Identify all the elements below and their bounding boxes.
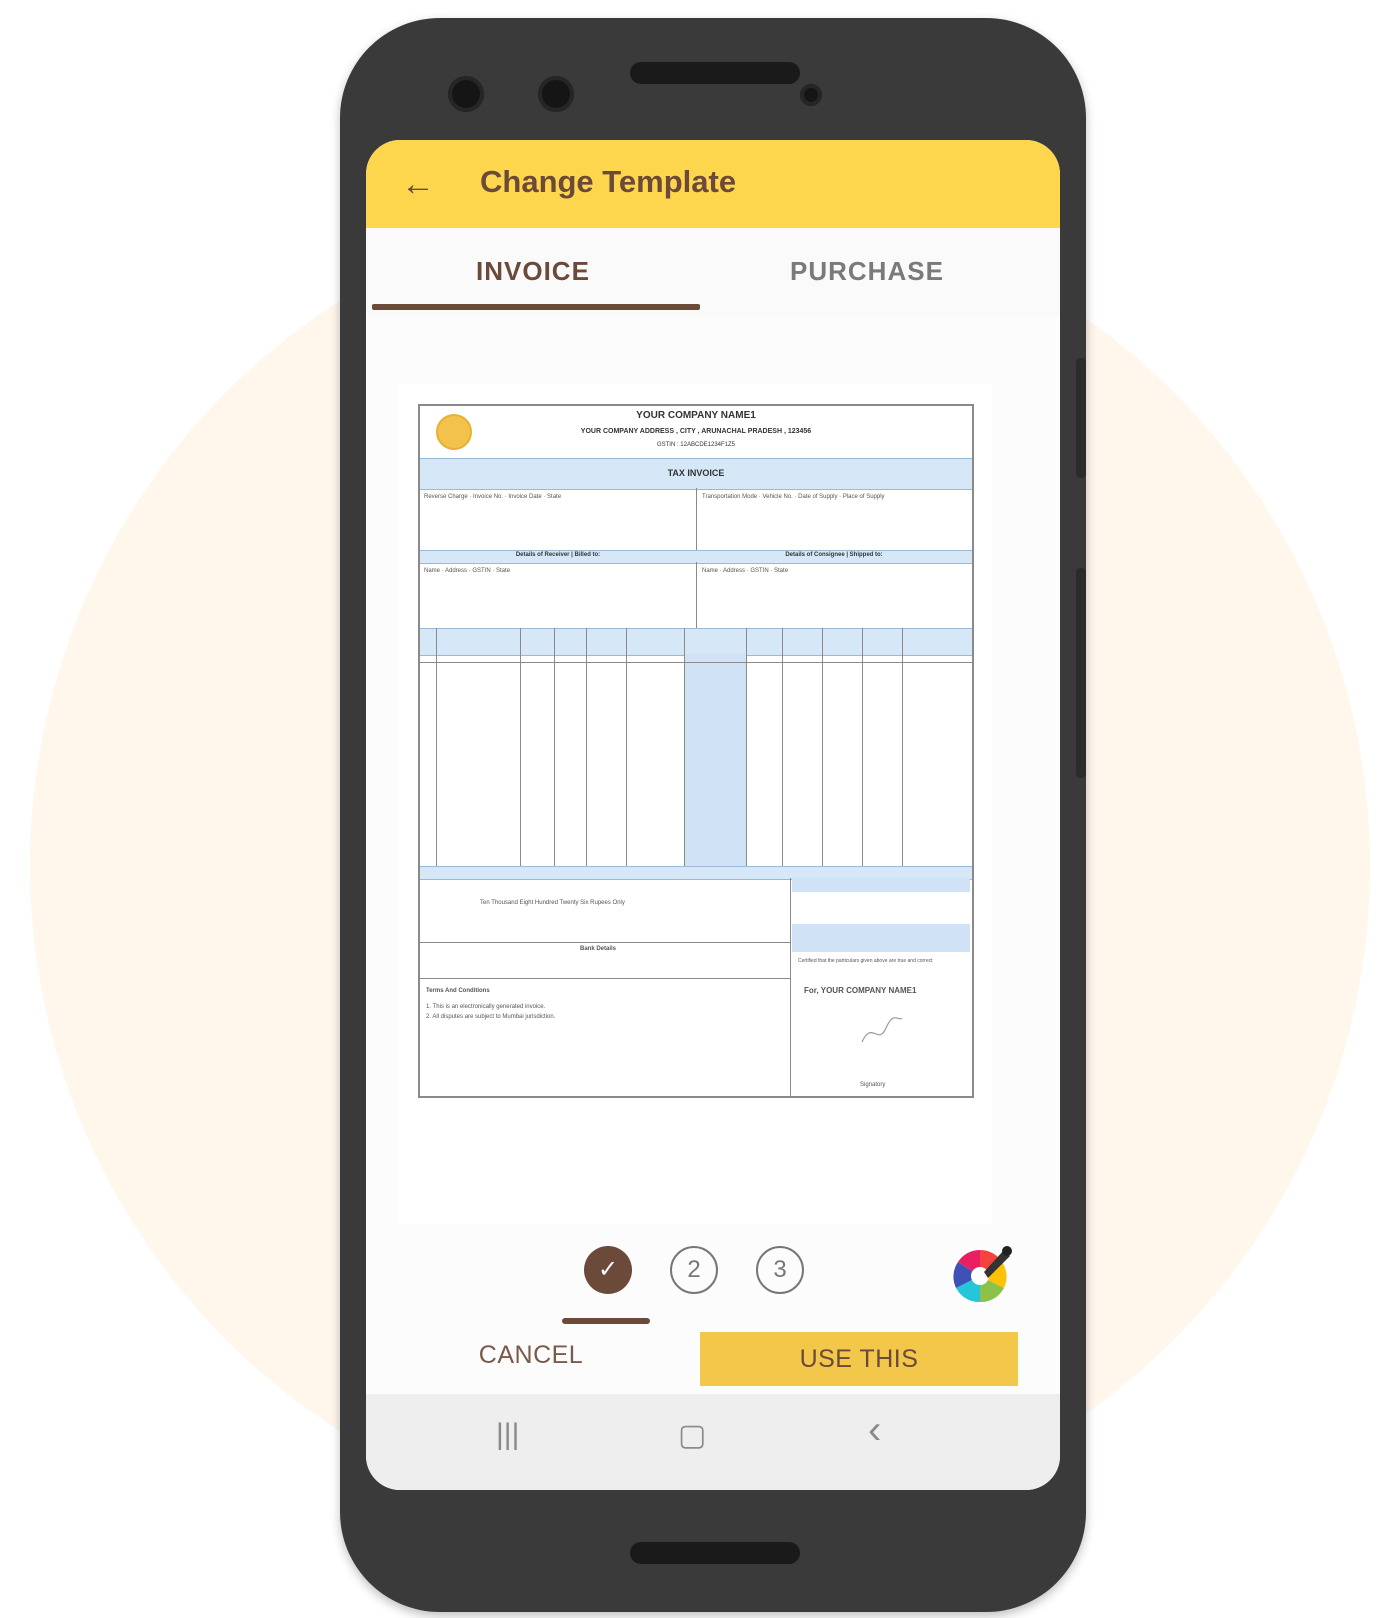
col-line xyxy=(862,628,863,866)
amount-in-words: Ten Thousand Eight Hundred Twenty Six Ru… xyxy=(480,900,625,906)
recent-apps-icon[interactable]: ||| xyxy=(496,1418,519,1452)
invoice-document: YOUR COMPANY NAME1 YOUR COMPANY ADDRESS … xyxy=(418,404,974,1098)
row-line xyxy=(420,662,972,663)
meta-left: Reverse Charge · Invoice No. · Invoice D… xyxy=(424,494,562,500)
divider xyxy=(696,488,697,550)
phone-frame: ← Change Template INVOICE PURCHASE YOUR … xyxy=(340,18,1086,1612)
tax-invoice-band: TAX INVOICE xyxy=(420,458,972,490)
power-button xyxy=(1076,568,1086,778)
front-sensor xyxy=(538,76,574,112)
meta-right: Transportation Mode · Vehicle No. · Date… xyxy=(702,494,885,500)
front-camera xyxy=(448,76,484,112)
divider xyxy=(696,562,697,628)
use-this-button[interactable]: USE THIS xyxy=(700,1332,1018,1386)
col-line xyxy=(746,628,747,866)
step-2[interactable]: 2 xyxy=(670,1246,718,1294)
volume-button xyxy=(1076,358,1086,478)
phone-screen: ← Change Template INVOICE PURCHASE YOUR … xyxy=(366,140,1060,1490)
col-line xyxy=(782,628,783,866)
bottom-speaker xyxy=(630,1542,800,1564)
certify-text: Certified that the particulars given abo… xyxy=(798,958,933,964)
signatory-label: Signatory xyxy=(860,1082,886,1088)
step-indicator xyxy=(562,1318,650,1324)
earpiece-speaker xyxy=(630,62,800,84)
signature xyxy=(861,1017,903,1043)
col-line xyxy=(902,628,903,866)
tab-indicator xyxy=(372,304,700,310)
taxable-column xyxy=(684,654,746,866)
consignee-details: Name · Address · GSTIN · State xyxy=(702,568,789,574)
android-nav-bar: ||| ▢ ‹ xyxy=(366,1394,1060,1490)
step-1-selected[interactable]: ✓ xyxy=(584,1246,632,1294)
footer-divider xyxy=(790,878,791,1096)
doc-title: TAX INVOICE xyxy=(667,468,725,478)
arrow-left-icon[interactable]: ← xyxy=(398,164,438,204)
template-tabs: INVOICE PURCHASE xyxy=(366,228,1060,316)
terms-title: Terms And Conditions xyxy=(426,988,490,994)
color-wheel-eyedropper-icon[interactable] xyxy=(950,1242,1014,1306)
col-line xyxy=(822,628,823,866)
terms-line-2: 2. All disputes are subject to Mumbai ju… xyxy=(426,1014,556,1020)
col-line xyxy=(626,628,627,866)
tab-invoice[interactable]: INVOICE xyxy=(476,256,590,287)
tax-totals xyxy=(792,924,970,952)
col-line xyxy=(520,628,521,866)
for-company: For, YOUR COMPANY NAME1 xyxy=(804,986,917,995)
back-nav-icon[interactable]: ‹ xyxy=(868,1408,881,1453)
terms-line-1: 1. This is an electronically generated i… xyxy=(426,1004,546,1010)
step-3[interactable]: 3 xyxy=(756,1246,804,1294)
col-line xyxy=(436,628,437,866)
cancel-button[interactable]: CANCEL xyxy=(426,1330,636,1380)
col-line xyxy=(586,628,587,866)
col-line xyxy=(554,628,555,866)
receiver-title: Details of Receiver | Billed to: xyxy=(515,552,601,558)
company-address: YOUR COMPANY ADDRESS , CITY , ARUNACHAL … xyxy=(580,428,812,435)
tab-purchase[interactable]: PURCHASE xyxy=(790,256,944,287)
col-line xyxy=(684,628,685,866)
company-gstin: GSTIN : 12ABCDE1234F1Z5 xyxy=(656,442,736,448)
total-before-tax xyxy=(792,878,970,892)
template-preview[interactable]: YOUR COMPANY NAME1 YOUR COMPANY ADDRESS … xyxy=(398,384,992,1224)
page-title: Change Template xyxy=(480,164,737,199)
home-icon[interactable]: ▢ xyxy=(678,1418,706,1453)
bank-title: Bank Details xyxy=(580,946,617,952)
proximity-sensor xyxy=(800,84,822,106)
receiver-details: Name · Address · GSTIN · State xyxy=(424,568,511,574)
items-header xyxy=(420,628,972,656)
consignee-title: Details of Consignee | Shipped to: xyxy=(785,552,883,558)
row-line xyxy=(420,942,790,943)
app-bar: ← Change Template xyxy=(366,140,1060,228)
company-name: YOUR COMPANY NAME1 xyxy=(636,410,756,421)
row-line xyxy=(420,978,790,979)
